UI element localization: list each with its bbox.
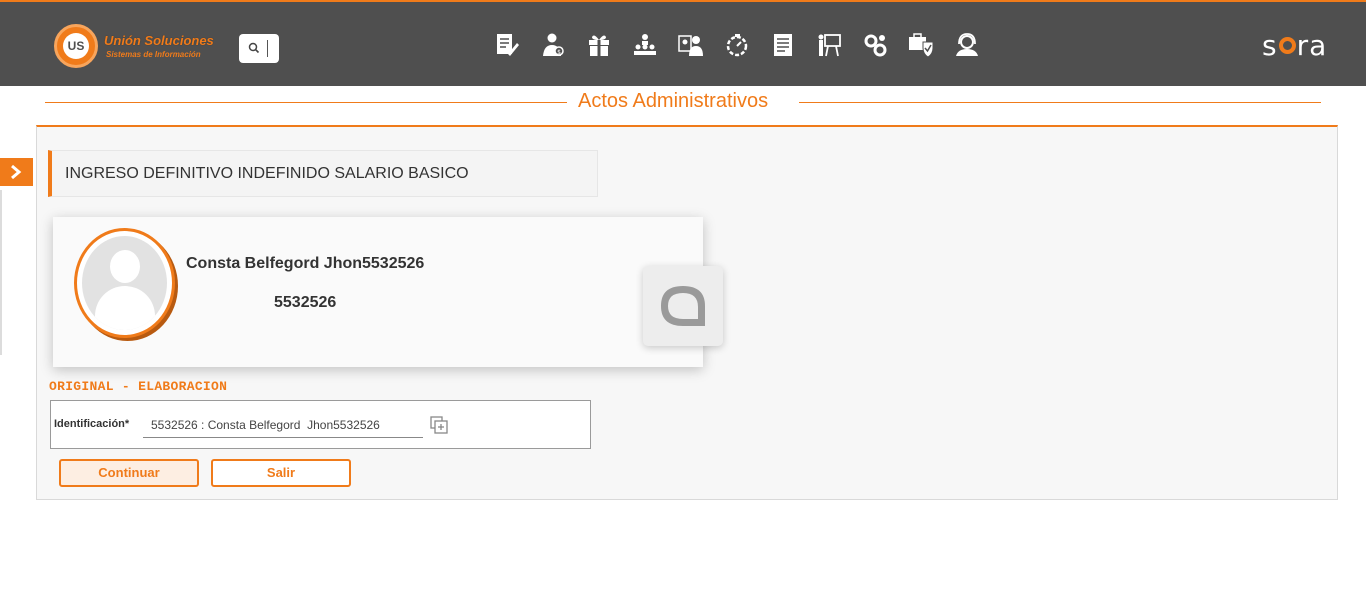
exit-button[interactable]: Salir xyxy=(211,459,351,487)
continue-button[interactable]: Continuar xyxy=(59,459,199,487)
identification-label: Identificación* xyxy=(54,418,130,430)
act-type-header: INGRESO DEFINITIVO INDEFINIDO SALARIO BA… xyxy=(48,150,598,197)
presentation-icon[interactable] xyxy=(816,32,842,58)
identification-input[interactable] xyxy=(143,412,423,438)
chat-button[interactable] xyxy=(643,266,723,346)
user-placeholder-icon xyxy=(82,236,167,330)
svg-text:$: $ xyxy=(557,49,561,56)
stopwatch-icon[interactable] xyxy=(724,32,750,58)
shield-check-icon[interactable] xyxy=(908,32,934,58)
org-hierarchy-icon[interactable] xyxy=(632,32,658,58)
avatar xyxy=(74,228,175,338)
page-title: Actos Administrativos xyxy=(578,90,769,112)
identification-form: Identificación* xyxy=(50,400,591,449)
chevron-right-icon xyxy=(11,164,22,180)
chat-bubble-icon xyxy=(661,286,705,326)
brand-text-start: s xyxy=(1262,29,1278,62)
employee-name: Consta Belfegord Jhon5532526 xyxy=(186,255,425,272)
title-divider-right xyxy=(799,102,1321,103)
employee-card: Consta Belfegord Jhon5532526 5532526 xyxy=(53,217,703,367)
edit-document-icon[interactable] xyxy=(494,32,520,58)
gears-icon[interactable] xyxy=(862,32,888,58)
search-caret xyxy=(267,40,268,57)
company-logo[interactable]: US Unión Soluciones Sistemas de Informac… xyxy=(54,24,224,68)
gift-icon[interactable] xyxy=(586,32,612,58)
lookup-icon[interactable] xyxy=(429,415,449,435)
brand-ring-icon xyxy=(1278,36,1296,54)
document-list-icon[interactable] xyxy=(770,32,796,58)
top-navbar: US Unión Soluciones Sistemas de Informac… xyxy=(0,0,1366,86)
search-icon xyxy=(248,42,260,54)
logo-name: Unión Soluciones xyxy=(104,33,214,48)
logo-tagline: Sistemas de Información xyxy=(106,50,201,59)
title-divider-left xyxy=(45,102,567,103)
act-type-label: INGRESO DEFINITIVO INDEFINIDO SALARIO BA… xyxy=(65,165,469,182)
employee-id: 5532526 xyxy=(274,294,337,311)
logo-mark: US xyxy=(63,33,89,59)
user-money-icon[interactable]: $ xyxy=(540,32,566,58)
user-card-icon[interactable] xyxy=(678,32,704,58)
sidebar-edge xyxy=(0,190,2,355)
logo-emblem: US xyxy=(54,24,98,68)
support-agent-icon[interactable] xyxy=(954,32,980,58)
status-label: ORIGINAL - ELABORACION xyxy=(49,379,228,394)
search-button[interactable] xyxy=(239,34,279,63)
sora-brand-logo: s ra xyxy=(1262,32,1327,60)
sidebar-toggle[interactable] xyxy=(0,158,33,186)
brand-text-end: ra xyxy=(1296,29,1328,62)
